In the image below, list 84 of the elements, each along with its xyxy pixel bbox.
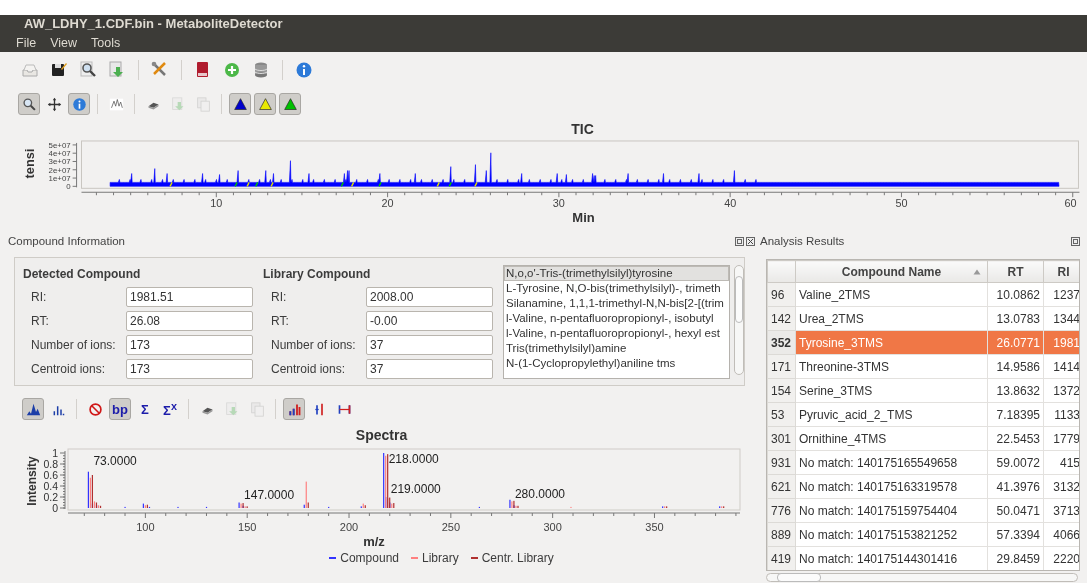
- peak-label: 280.0000: [514, 486, 565, 501]
- tick-label: 100: [136, 521, 155, 533]
- legend-label: Compound: [340, 551, 399, 565]
- tick-label: 2e+07: [48, 165, 71, 175]
- table-cell: Ornithine_4TMS: [795, 426, 988, 451]
- peak-label: 147.0000: [244, 488, 295, 503]
- row-number: 171: [767, 354, 796, 379]
- tick-label: 30: [552, 197, 565, 210]
- tick-label: 350: [645, 521, 664, 533]
- table-cell: Threonine-3TMS: [795, 354, 988, 379]
- field-label: RI:: [270, 289, 288, 304]
- table-cell: 13.8632: [987, 378, 1044, 403]
- table-cell: Tyrosine_3TMS: [795, 330, 988, 355]
- window-title: AW_LDHY_1.CDF.bin - MetaboliteDetector: [0, 15, 1087, 33]
- axis-title: Intensity: [25, 456, 39, 506]
- panel-title: Compound Information: [8, 235, 125, 247]
- tick-label: 10: [210, 197, 223, 210]
- table-cell: Pyruvic_acid_2_TMS: [795, 402, 988, 427]
- tick-label: 300: [543, 521, 562, 533]
- field-label: Number of ions:: [270, 337, 357, 352]
- field-label: RT:: [270, 313, 290, 328]
- axis-title: Min: [572, 210, 595, 225]
- table-cell: 59.0072: [987, 450, 1044, 475]
- tick-label: 150: [238, 521, 257, 533]
- table-cell: No match: 140175153821252: [795, 522, 988, 547]
- tick-label: 0.8: [43, 457, 58, 470]
- table-cell: No match: 140175165549658: [795, 450, 988, 475]
- tick-label: 1: [52, 446, 58, 459]
- tick-label: 20: [381, 197, 394, 210]
- row-number: 776: [767, 498, 796, 523]
- row-number: 154: [767, 378, 796, 403]
- axis-title: m/z: [363, 534, 385, 549]
- table-cell: 14.9586: [987, 354, 1044, 379]
- row-number: 96: [767, 282, 796, 307]
- field-label: Centroid ions:: [270, 361, 347, 376]
- row-number: 621: [767, 474, 796, 499]
- legend-label: Centr. Library: [481, 551, 554, 565]
- tick-label: 0: [52, 501, 58, 514]
- group-title: Library Compound: [263, 266, 372, 283]
- tick-label: 4e+07: [48, 149, 71, 159]
- field-label: RT:: [30, 313, 50, 328]
- row-number: 931: [767, 450, 796, 475]
- table-cell: 50.0471: [987, 498, 1044, 523]
- row-number: 301: [767, 426, 796, 451]
- chart-title: Spectra: [355, 426, 408, 445]
- peak-label: 73.0000: [93, 454, 137, 469]
- tick-label: 200: [339, 521, 359, 533]
- axis-title: tensi: [22, 148, 38, 179]
- row-number: 352: [767, 330, 796, 355]
- chart-title: TIC: [571, 120, 594, 139]
- panel-title: Analysis Results: [760, 235, 845, 247]
- table-cell: 22.5453: [987, 426, 1044, 451]
- row-number: 142: [767, 306, 796, 331]
- tick-label: 60: [1064, 197, 1077, 210]
- field-label: Centroid ions:: [30, 361, 107, 376]
- table-cell: Valine_2TMS: [795, 282, 988, 307]
- tick-label: 0.2: [43, 490, 58, 503]
- tick-label: 0.4: [43, 479, 58, 492]
- table-cell: 41.3976: [987, 474, 1044, 499]
- tick-label: 40: [724, 197, 737, 210]
- tick-label: 0.6: [43, 468, 58, 481]
- table-cell: 10.0862: [987, 282, 1044, 307]
- tick-label: 5e+07: [48, 140, 71, 150]
- tick-label: 50: [895, 197, 908, 210]
- row-number: 419: [767, 546, 796, 570]
- tick-label: 0: [66, 182, 71, 192]
- table-cell: Serine_3TMS: [795, 378, 988, 403]
- tick-label: 1e+07: [48, 174, 71, 183]
- legend-label: Library: [422, 551, 459, 565]
- field-label: Number of ions:: [30, 337, 117, 352]
- tick-label: 250: [441, 521, 460, 533]
- tick-label: 3e+07: [48, 157, 71, 167]
- row-number: 53: [767, 402, 796, 427]
- table-cell: 7.18395: [987, 402, 1044, 427]
- row-number: 889: [767, 522, 796, 547]
- field-label: RI:: [30, 289, 48, 304]
- table-cell: 13.0783: [987, 306, 1044, 331]
- table-cell: No match: 140175163319578: [795, 474, 988, 499]
- peak-label: 219.0000: [390, 481, 441, 496]
- table-cell: Urea_2TMS: [795, 306, 988, 331]
- table-cell: 57.3394: [987, 522, 1044, 547]
- table-cell: No match: 140175159754404: [795, 498, 988, 523]
- peak-label: 218.0000: [388, 451, 439, 466]
- group-title: Detected Compound: [23, 266, 142, 283]
